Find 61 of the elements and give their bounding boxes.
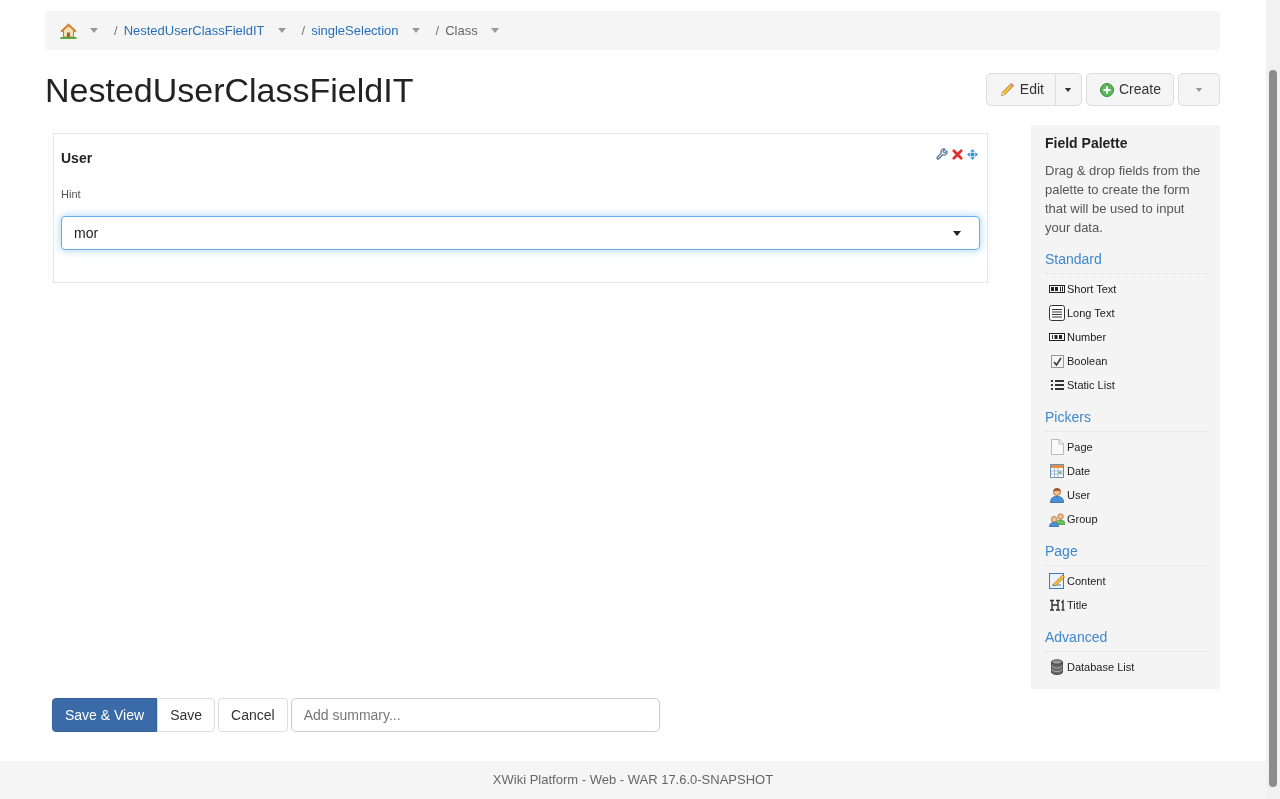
palette-field-item[interactable]: Page [1049,439,1208,455]
summary-input[interactable]: Add summary... [290,698,660,732]
move-icon[interactable] [967,148,978,160]
breadcrumb-link[interactable]: NestedUserClassFieldIT [123,20,265,41]
scrollbar-thumb[interactable] [1269,70,1277,787]
pencil-icon [999,82,1015,97]
palette-section-title: Advanced [1045,629,1108,645]
palette-section-title: Page [1045,543,1078,559]
breadcrumb-link[interactable]: singleSelection [311,20,399,41]
create-button[interactable]: Create [1085,73,1174,106]
home-link[interactable] [60,22,77,39]
breadcrumb-separator: / [114,21,118,40]
caret-icon [90,28,98,33]
database-icon [1049,659,1065,675]
page-title: NestedUserClassFieldIT [45,69,414,110]
caret-icon [490,28,499,33]
palette-field-item[interactable]: Static List [1049,377,1208,393]
palette-section-title: Pickers [1045,409,1091,425]
delete-icon[interactable] [952,148,963,160]
palette-field-item[interactable]: Content [1049,573,1208,589]
edit-button[interactable]: Edit [985,73,1056,106]
calendar-icon [1049,463,1065,479]
caret-icon [411,28,420,33]
palette-field-item[interactable]: Number [1049,329,1208,345]
palette-field-item[interactable]: Group [1049,511,1208,527]
caret-icon [952,230,962,236]
palette-field-item[interactable]: Boolean [1049,353,1208,369]
wrench-icon[interactable] [936,148,948,160]
palette-field-item[interactable]: User [1049,487,1208,503]
palette-field-item[interactable]: Long Text [1049,305,1208,321]
field-label: User [61,149,93,168]
primary-button[interactable]: Save & View [52,698,158,732]
footer-text: XWiki Platform - Web - WAR 17.6.0-SNAPSHOT [492,771,774,790]
scrollbar[interactable] [1266,0,1280,799]
breadcrumb-separator: / [435,21,440,40]
field-hint: Hint [61,188,81,200]
select-field[interactable]: mor [61,216,980,250]
caret-icon [1064,87,1073,92]
checkbox-icon [1049,353,1065,369]
person-icon [1049,487,1065,503]
caret-icon [1195,87,1203,92]
home-icon [60,22,77,39]
secondary-button[interactable]: Save [157,698,216,732]
heading-icon [1049,597,1065,613]
palette-field-item[interactable]: Date [1049,463,1208,479]
palette-section-title: Standard [1045,251,1102,267]
palette-field-item[interactable]: Short Text [1049,281,1208,297]
breadcrumb-current[interactable]: Class [445,20,478,41]
palette-field-item[interactable]: Title [1049,597,1208,613]
secondary-button[interactable]: Cancel [218,698,288,732]
palette-field-item[interactable]: Database List [1049,659,1208,675]
document-icon [1049,439,1065,455]
palette-description: Drag & drop fields from the palette to create the form that will be used to input your data. [1045,162,1202,237]
text-area-icon [1049,305,1065,321]
plus-circle-icon [1099,82,1114,97]
edit-document-icon [1049,573,1065,589]
caret-icon [277,28,286,33]
palette-title: Field Palette [1045,134,1129,153]
list-icon [1049,377,1065,393]
people-icon [1049,511,1065,527]
breadcrumb-separator: / [301,21,306,40]
